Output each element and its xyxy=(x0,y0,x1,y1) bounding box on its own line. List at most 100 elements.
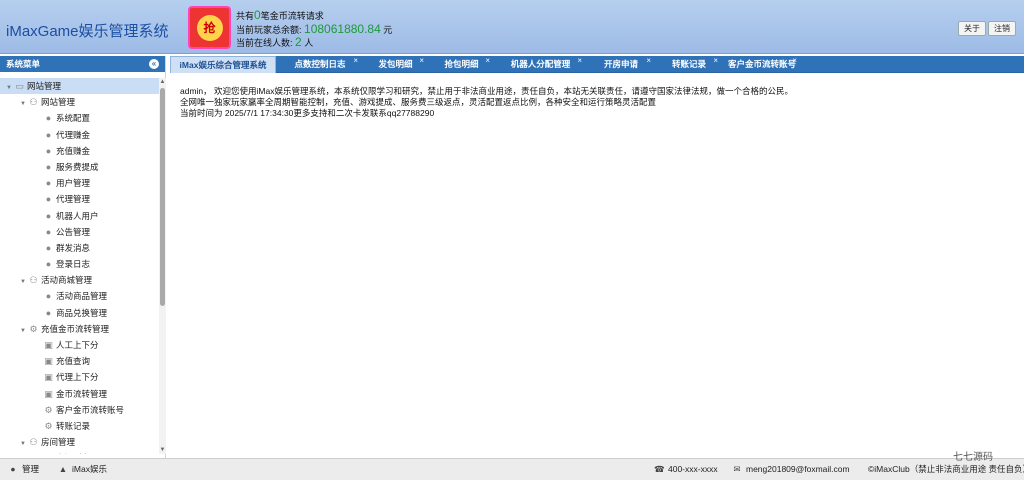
welcome-line-2: 全网唯一独家玩家赢率全周期智能控制，充值、游戏提成、服务费三级返点，灵活配置返点… xyxy=(180,97,657,107)
sidebar-item[interactable]: ▼ ⚇ 网站管理 xyxy=(0,94,160,110)
sidebar-item[interactable]: ▼ ⚙ 充值金币流转管理 xyxy=(0,321,160,337)
sidebar-item-label: 商品兑换管理 xyxy=(56,307,108,318)
sidebar-title: 系统菜单 xyxy=(6,59,41,69)
sidebar-item-label: 代理管理 xyxy=(56,194,91,205)
user-icon: ● xyxy=(45,194,52,205)
scroll-up-icon[interactable]: ▲ xyxy=(159,78,166,86)
tab[interactable]: 发包明细 × xyxy=(364,56,427,73)
tab[interactable]: iMax娱乐综合管理系统 xyxy=(170,56,276,73)
sidebar-header: 系统菜单 « xyxy=(0,56,165,72)
tab-label: 开房申请 xyxy=(603,59,638,69)
sidebar-item[interactable]: ● 群发消息 xyxy=(0,240,160,256)
welcome-line-1: admin， 欢迎您使用iMax娱乐管理系统，本系统仅限学习和研究，禁止用于非法… xyxy=(180,86,793,96)
user-icon: ● xyxy=(45,259,52,270)
sidebar-item-label: 人工上下分 xyxy=(56,340,99,350)
sidebar-item-label: 充值赚金 xyxy=(56,145,91,156)
tab-label: 机器人分配管理 xyxy=(510,59,571,69)
logout-button[interactable]: 注销 xyxy=(988,21,1016,36)
users-icon: ⚇ xyxy=(29,97,38,108)
user-icon: ● xyxy=(45,113,52,124)
sidebar-item[interactable]: ● 服务费提成 xyxy=(0,159,160,175)
sidebar-item[interactable]: ● 代理赚金 xyxy=(0,127,160,143)
sitemap-icon: ▲ xyxy=(58,464,68,474)
close-icon[interactable]: × xyxy=(792,52,797,69)
tab[interactable]: 抢包明细 × xyxy=(430,56,493,73)
welcome-text: admin， 欢迎您使用iMax娱乐管理系统，本系统仅限学习和研究，禁止用于非法… xyxy=(180,86,793,119)
scroll-down-icon[interactable]: ▼ xyxy=(159,446,166,454)
tab-label: 点数控制日志 xyxy=(294,59,346,69)
collapse-icon[interactable]: « xyxy=(149,59,159,69)
tab[interactable]: 转账记录 × xyxy=(657,56,721,73)
close-icon[interactable]: × xyxy=(353,52,358,69)
sidebar-item-label: 代理赚金 xyxy=(56,129,91,140)
sidebar-item[interactable]: ● 商品兑换管理 xyxy=(0,305,160,321)
sidebar-item[interactable]: ● 登录日志 xyxy=(0,256,160,272)
sidebar-item-label: 充值查询 xyxy=(56,356,91,367)
gift-icon: ▣ xyxy=(44,372,53,383)
sidebar-item[interactable]: ● 用户管理 xyxy=(0,175,160,191)
watermark-text: 七七源码 xyxy=(953,452,993,463)
gift-icon: ▣ xyxy=(44,388,53,399)
footer-copyright: ©iMaxClub（禁止非法商业用途 责任自负） xyxy=(868,464,1024,474)
footer-phone: ☎ 400-xxx-xxxx xyxy=(654,459,718,479)
close-icon[interactable]: × xyxy=(419,52,424,69)
sidebar-item[interactable]: ▼ ▭ 网站管理 xyxy=(0,78,160,95)
sidebar: 系统菜单 « ▼ ▭ 网站管理 ▼ ⚇ 网站管理 ● 系统配置 ● 代理赚金 ● 充值赚金 ● 服务费提成… xyxy=(0,56,166,458)
tab-label: 抢包明细 xyxy=(444,59,479,69)
sidebar-item[interactable]: ⚙ 客户金币流转账号 xyxy=(0,402,160,418)
gear-group-icon: ⚙ xyxy=(29,323,38,334)
sidebar-item-label: 系统配置 xyxy=(56,113,91,124)
monitor-icon: ▭ xyxy=(15,81,24,91)
menu-tree: ▼ ▭ 网站管理 ▼ ⚇ 网站管理 ● 系统配置 ● 代理赚金 ● 充值赚金 ● 服务费提成 ● 用户管理 ● 代… xyxy=(0,78,160,454)
sidebar-item[interactable]: ▣ 代理上下分 xyxy=(0,369,160,385)
sidebar-item[interactable]: ● 活动商品管理 xyxy=(0,288,160,304)
close-icon[interactable]: × xyxy=(646,52,651,69)
sidebar-item[interactable]: ● 机器人用户 xyxy=(0,208,160,224)
user-icon: ● xyxy=(45,210,52,221)
user-icon: ● xyxy=(45,161,52,172)
users-icon: ⚇ xyxy=(29,275,38,286)
sidebar-item-label: 转账记录 xyxy=(56,420,91,431)
users-icon: ⚇ xyxy=(29,437,38,448)
sidebar-item[interactable]: ▼ ⚇ 房间管理 xyxy=(0,434,160,450)
about-button[interactable]: 关于 xyxy=(958,21,986,36)
footer-email: ✉ meng201809@foxmail.com xyxy=(732,459,849,479)
stat-requests: 共有0笔金币流转请求 xyxy=(236,8,324,22)
tab[interactable]: 开房申请 × xyxy=(588,56,654,73)
stat-online: 当前在线人数: 2 人 xyxy=(236,35,314,49)
stat-requests-count: 0 xyxy=(254,8,261,22)
sidebar-item[interactable]: ▣ 充值查询 xyxy=(0,353,160,369)
sidebar-item-label: 登录日志 xyxy=(56,259,91,270)
close-icon[interactable]: × xyxy=(485,52,490,69)
sidebar-item[interactable]: ● 系统配置 xyxy=(0,110,160,126)
logo-char: 抢 xyxy=(196,14,223,41)
sidebar-item[interactable]: ● 公告管理 xyxy=(0,224,160,240)
header-stats: 共有0笔金币流转请求 当前玩家总余额: 108061880.84 元 当前在线人… xyxy=(236,9,392,50)
tab-label: 发包明细 xyxy=(378,59,413,69)
sidebar-item-label: 金币流转管理 xyxy=(56,388,108,399)
scrollbar-thumb[interactable] xyxy=(160,88,165,306)
sidebar-item[interactable]: ●房间列表 xyxy=(0,450,160,454)
welcome-line-3: 当前时间为 2025/7/1 17:34:30更多支持和二次卡发联系qq2778… xyxy=(180,108,435,118)
close-icon[interactable]: × xyxy=(713,52,718,69)
sidebar-item[interactable]: ● 充值赚金 xyxy=(0,143,160,159)
sidebar-item-label: 群发消息 xyxy=(56,242,91,253)
header: iMaxGame娱乐管理系统 抢 共有0笔金币流转请求 当前玩家总余额: 108… xyxy=(0,0,1024,54)
sidebar-item[interactable]: ● 代理管理 xyxy=(0,191,160,207)
sidebar-item[interactable]: ⚙ 转账记录 xyxy=(0,418,160,434)
phone-icon: ☎ xyxy=(654,464,665,474)
sidebar-item-label: 客户金币流转账号 xyxy=(56,404,125,415)
sidebar-scrollbar[interactable]: ▲ ▼ xyxy=(159,78,166,454)
close-icon[interactable]: × xyxy=(577,52,582,69)
sidebar-item[interactable]: ▣ 人工上下分 xyxy=(0,337,160,353)
sidebar-item-label: 公告管理 xyxy=(56,226,91,237)
user-icon: ● xyxy=(43,450,54,454)
tab[interactable]: 机器人分配管理 × xyxy=(496,56,585,73)
sidebar-item-label: 服务费提成 xyxy=(56,161,99,172)
sidebar-item-label: 房间管理 xyxy=(41,437,76,448)
tab[interactable]: 点数控制日志 × xyxy=(279,56,361,73)
sidebar-item-label: 代理上下分 xyxy=(56,372,99,383)
sidebar-item[interactable]: ▣ 金币流转管理 xyxy=(0,386,160,402)
tab[interactable]: 客户金币流转账号 × xyxy=(724,56,800,73)
sidebar-item[interactable]: ▼ ⚇ 活动商城管理 xyxy=(0,272,160,288)
